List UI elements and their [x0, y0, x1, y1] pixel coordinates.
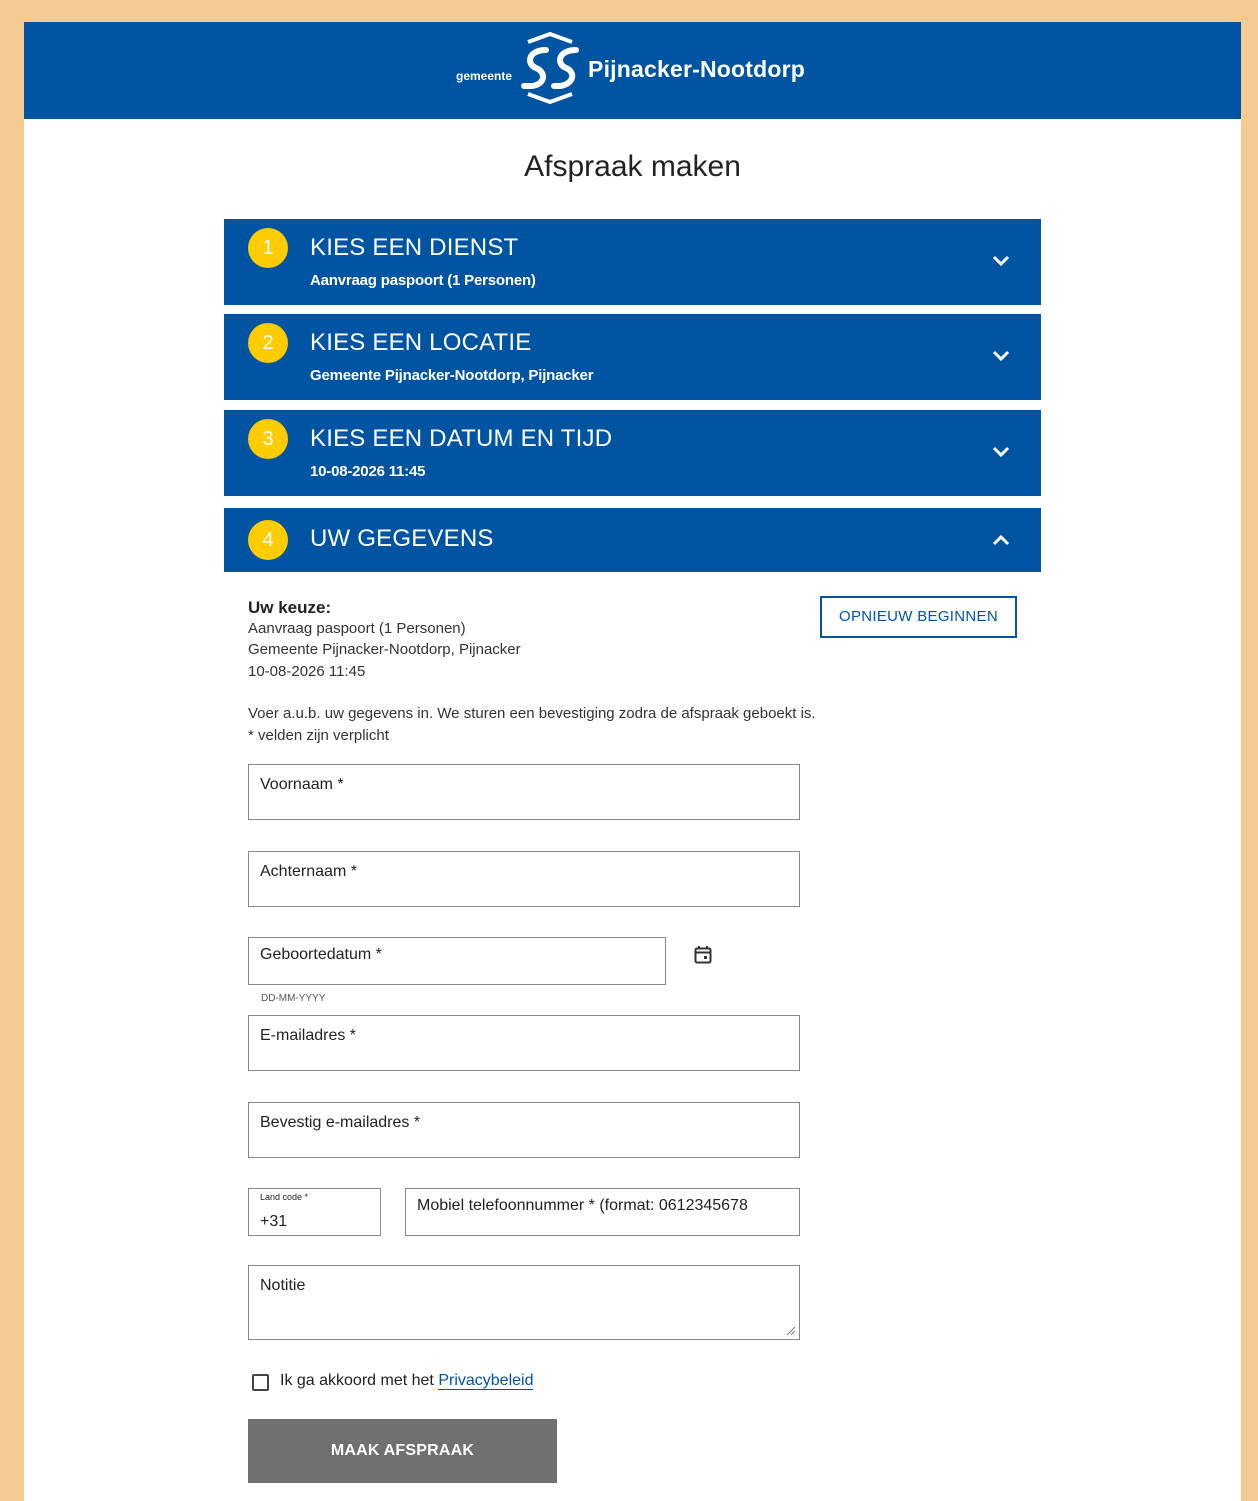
step-title: KIES EEN DIENST: [310, 234, 519, 261]
step-title: KIES EEN DATUM EN TIJD: [310, 425, 613, 452]
note-textarea[interactable]: Notitie: [248, 1265, 800, 1340]
email-field[interactable]: E-mailadres *: [248, 1015, 800, 1071]
choice-location: Gemeente Pijnacker-Nootdorp, Pijnacker: [248, 641, 521, 658]
calendar-icon[interactable]: [694, 945, 712, 965]
resize-handle-icon[interactable]: [786, 1326, 796, 1336]
choice-datetime: 10-08-2026 11:45: [248, 663, 366, 680]
email-confirm-field[interactable]: Bevestig e-mailadres *: [248, 1102, 800, 1158]
note-label: Notitie: [260, 1277, 306, 1294]
first-name-label: Voornaam *: [260, 776, 344, 793]
country-code-value: +31: [260, 1213, 288, 1230]
step-number-badge: 2: [248, 323, 288, 363]
page-frame: gemeente Pijnacker-Nootdorp Afspraak mak…: [24, 22, 1241, 1501]
step-4-header[interactable]: 4 UW GEGEVENS: [224, 508, 1041, 572]
chevron-down-icon: [992, 446, 1010, 458]
step-3-header[interactable]: 3 KIES EEN DATUM EN TIJD 10-08-2026 11:4…: [224, 410, 1041, 496]
page-title: Afspraak maken: [524, 150, 741, 183]
step-subtitle: Gemeente Pijnacker-Nootdorp, Pijnacker: [310, 367, 594, 384]
last-name-label: Achternaam *: [260, 863, 357, 880]
step-number-badge: 3: [248, 419, 288, 459]
email-label: E-mailadres *: [260, 1027, 357, 1044]
privacy-checkbox[interactable]: [252, 1374, 269, 1391]
step-number-badge: 1: [248, 228, 288, 268]
country-code-field[interactable]: Land code * +31: [248, 1188, 381, 1236]
first-name-field[interactable]: Voornaam *: [248, 764, 800, 820]
restart-button[interactable]: OPNIEUW BEGINNEN: [820, 596, 1017, 638]
step-2-header[interactable]: 2 KIES EEN LOCATIE Gemeente Pijnacker-No…: [224, 314, 1041, 400]
email-confirm-label: Bevestig e-mailadres *: [260, 1114, 421, 1131]
mobile-label: Mobiel telefoonnummer * (format: 0612345…: [417, 1197, 748, 1214]
step-subtitle: 10-08-2026 11:45: [310, 463, 426, 480]
privacy-link[interactable]: Privacybeleid: [438, 1372, 534, 1390]
chevron-down-icon: [992, 255, 1010, 267]
step-title: KIES EEN LOCATIE: [310, 329, 532, 356]
last-name-field[interactable]: Achternaam *: [248, 851, 800, 907]
country-code-label: Land code *: [260, 1192, 309, 1202]
choice-title: Uw keuze:: [248, 598, 332, 617]
privacy-agree-text: Ik ga akkoord met het Privacybeleid: [280, 1372, 534, 1390]
birthdate-field[interactable]: Geboortedatum *: [248, 937, 666, 985]
logo-small-text: gemeente: [456, 69, 513, 83]
chevron-down-icon: [992, 350, 1010, 362]
agree-label: Ik ga akkoord met het: [280, 1372, 439, 1389]
chevron-up-icon: [992, 534, 1010, 546]
logo-mark-icon: [521, 31, 580, 105]
site-header: gemeente Pijnacker-Nootdorp: [24, 22, 1241, 119]
logo-big-text: Pijnacker-Nootdorp: [588, 55, 806, 82]
step-1-header[interactable]: 1 KIES EEN DIENST Aanvraag paspoort (1 P…: [224, 219, 1041, 305]
municipality-logo[interactable]: gemeente Pijnacker-Nootdorp: [456, 28, 805, 110]
step-number-badge: 4: [248, 520, 288, 560]
birthdate-format-hint: DD-MM-YYYY: [261, 993, 326, 1004]
birthdate-label: Geboortedatum *: [260, 946, 382, 963]
mobile-field[interactable]: Mobiel telefoonnummer * (format: 0612345…: [405, 1188, 800, 1236]
choice-service: Aanvraag paspoort (1 Personen): [248, 620, 466, 637]
required-note: * velden zijn verplicht: [248, 727, 389, 744]
instructions-text: Voer a.u.b. uw gegevens in. We sturen ee…: [248, 705, 816, 722]
step-subtitle: Aanvraag paspoort (1 Personen): [310, 272, 536, 289]
step-title: UW GEGEVENS: [310, 525, 494, 552]
submit-button[interactable]: MAAK AFSPRAAK: [248, 1419, 557, 1483]
